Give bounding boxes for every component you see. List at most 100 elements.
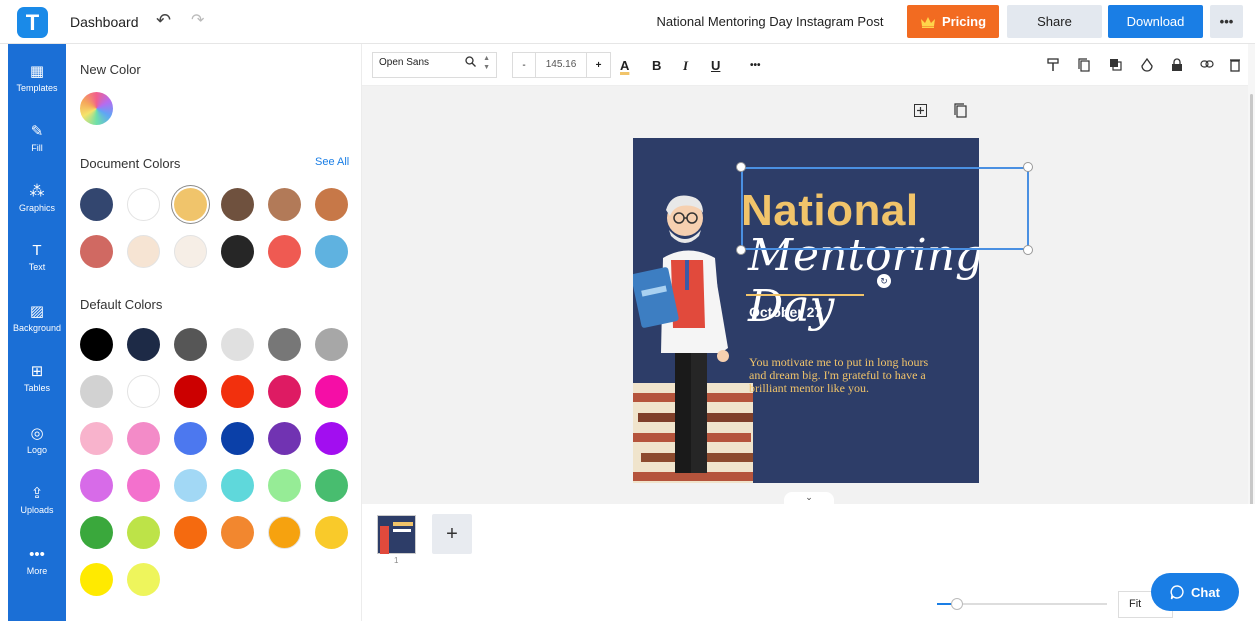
color-swatch[interactable]: [221, 188, 254, 221]
decrease-size-button[interactable]: -: [513, 60, 535, 71]
more-icon: •••: [29, 546, 45, 563]
underline-button[interactable]: U: [711, 58, 720, 73]
font-spinner-icon[interactable]: ▲ ▼: [483, 54, 490, 72]
color-swatch[interactable]: [268, 516, 301, 549]
font-family-select[interactable]: Open Sans ▲ ▼: [372, 52, 497, 78]
see-all-link[interactable]: See All: [315, 156, 349, 168]
app-logo[interactable]: T: [17, 7, 48, 38]
add-page-button[interactable]: +: [432, 514, 472, 554]
lock-icon[interactable]: [1171, 58, 1183, 72]
color-swatch[interactable]: [127, 469, 160, 502]
resize-handle-bottom-right[interactable]: [1023, 245, 1033, 255]
document-title[interactable]: National Mentoring Day Instagram Post: [640, 14, 900, 29]
color-swatch[interactable]: [174, 469, 207, 502]
poster-date[interactable]: October 27: [749, 304, 822, 320]
color-swatch[interactable]: [315, 188, 348, 221]
color-swatch[interactable]: [268, 188, 301, 221]
color-swatch[interactable]: [127, 328, 160, 361]
color-swatch[interactable]: [80, 235, 113, 268]
color-swatch[interactable]: [80, 375, 113, 408]
resize-handle-top-right[interactable]: [1023, 162, 1033, 172]
color-swatch[interactable]: [221, 422, 254, 455]
color-swatch[interactable]: [315, 328, 348, 361]
sidebar-item-background[interactable]: ▨ Background: [8, 302, 66, 333]
new-color-picker[interactable]: [80, 92, 113, 125]
color-swatch[interactable]: [127, 563, 160, 596]
color-swatch[interactable]: [80, 516, 113, 549]
color-swatch[interactable]: [268, 235, 301, 268]
pricing-button[interactable]: Pricing: [907, 5, 999, 38]
color-swatch[interactable]: [221, 469, 254, 502]
poster-message[interactable]: You motivate me to put in long hours and…: [749, 356, 929, 395]
download-button[interactable]: Download: [1108, 5, 1203, 38]
add-element-icon[interactable]: [914, 104, 927, 117]
collapse-chevron-icon[interactable]: ⌄: [784, 492, 834, 504]
color-swatch[interactable]: [127, 375, 160, 408]
text-color-button[interactable]: A: [620, 58, 629, 73]
delete-icon[interactable]: [1230, 58, 1240, 72]
resize-handle-bottom-left[interactable]: [736, 245, 746, 255]
more-options-button[interactable]: •••: [1210, 5, 1243, 38]
color-swatch[interactable]: [268, 469, 301, 502]
color-swatch[interactable]: [174, 328, 207, 361]
redo-icon[interactable]: ↷: [191, 10, 204, 30]
rotate-handle-icon[interactable]: ↻: [877, 274, 891, 288]
sidebar-item-graphics[interactable]: ⁂ Graphics: [8, 182, 66, 213]
copy-page-icon[interactable]: [954, 103, 967, 118]
duplicate-icon[interactable]: [1078, 58, 1090, 72]
color-swatch[interactable]: [174, 188, 207, 221]
color-swatch[interactable]: [127, 422, 160, 455]
zoom-slider-handle[interactable]: [951, 598, 963, 610]
color-swatch[interactable]: [127, 188, 160, 221]
color-swatch[interactable]: [315, 235, 348, 268]
sidebar-item-uploads[interactable]: ⇪ Uploads: [8, 484, 66, 515]
sidebar-item-fill[interactable]: ✎ Fill: [8, 122, 66, 153]
layer-order-icon[interactable]: [1109, 58, 1122, 71]
sidebar-item-logo[interactable]: ◎ Logo: [8, 424, 66, 455]
color-swatch[interactable]: [268, 375, 301, 408]
opacity-icon[interactable]: [1141, 58, 1153, 72]
sidebar-item-more[interactable]: ••• More: [8, 546, 66, 576]
sidebar-item-tables[interactable]: ⊞ Tables: [8, 362, 66, 393]
bold-button[interactable]: B: [652, 58, 661, 73]
share-button[interactable]: Share: [1007, 5, 1102, 38]
color-swatch[interactable]: [221, 516, 254, 549]
logo-icon: ◎: [30, 425, 44, 442]
color-swatch[interactable]: [174, 516, 207, 549]
color-swatch[interactable]: [221, 328, 254, 361]
font-size-input[interactable]: 145.16: [535, 53, 587, 77]
dashboard-link[interactable]: Dashboard: [70, 14, 139, 30]
color-swatch[interactable]: [127, 235, 160, 268]
sidebar-item-text[interactable]: T Text: [8, 242, 66, 272]
more-format-button[interactable]: •••: [750, 60, 761, 71]
color-swatch[interactable]: [80, 563, 113, 596]
vertical-scrollbar[interactable]: [1248, 44, 1255, 534]
color-swatch[interactable]: [174, 422, 207, 455]
sidebar-item-templates[interactable]: ▦ Templates: [8, 62, 66, 93]
chat-button[interactable]: Chat: [1151, 573, 1239, 611]
search-icon[interactable]: [465, 56, 476, 70]
color-swatch[interactable]: [174, 375, 207, 408]
page-thumbnail[interactable]: [377, 515, 416, 554]
format-painter-icon[interactable]: [1047, 58, 1059, 72]
color-swatch[interactable]: [315, 375, 348, 408]
resize-handle-top-left[interactable]: [736, 162, 746, 172]
link-icon[interactable]: [1200, 59, 1214, 69]
color-swatch[interactable]: [80, 469, 113, 502]
color-swatch[interactable]: [80, 188, 113, 221]
color-swatch[interactable]: [221, 375, 254, 408]
increase-size-button[interactable]: +: [587, 60, 610, 71]
color-swatch[interactable]: [80, 328, 113, 361]
color-swatch[interactable]: [268, 328, 301, 361]
color-swatch[interactable]: [315, 516, 348, 549]
color-swatch[interactable]: [315, 422, 348, 455]
selection-box[interactable]: [741, 167, 1029, 250]
color-swatch[interactable]: [80, 422, 113, 455]
color-swatch[interactable]: [315, 469, 348, 502]
undo-icon[interactable]: ↶: [156, 10, 171, 31]
color-swatch[interactable]: [221, 235, 254, 268]
color-swatch[interactable]: [174, 235, 207, 268]
color-swatch[interactable]: [268, 422, 301, 455]
color-swatch[interactable]: [127, 516, 160, 549]
italic-button[interactable]: I: [683, 58, 688, 74]
